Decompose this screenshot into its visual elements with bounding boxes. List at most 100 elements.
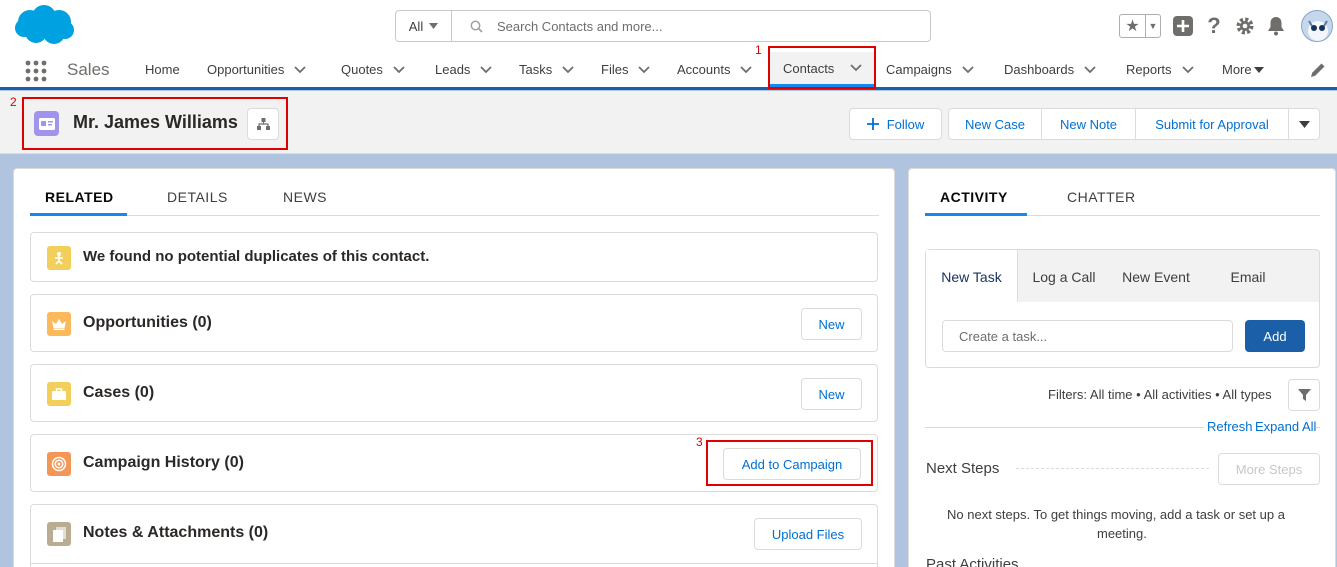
search-scope-dropdown[interactable]: All bbox=[396, 11, 452, 41]
global-actions-icon[interactable] bbox=[1173, 15, 1193, 37]
app-navigation-bar: Sales Home Opportunities Quotes Leads Ta… bbox=[0, 52, 1337, 90]
tab-chatter[interactable]: CHATTER bbox=[1067, 189, 1136, 205]
nav-item-dashboards[interactable]: Dashboards bbox=[1004, 52, 1096, 87]
cases-title[interactable]: Cases (0) bbox=[83, 384, 154, 402]
files-icon bbox=[47, 522, 71, 546]
star-icon: ★ bbox=[1120, 15, 1146, 37]
gear-icon[interactable] bbox=[1235, 15, 1255, 37]
chevron-down-icon[interactable] bbox=[294, 65, 306, 74]
notes-attachments-card: Notes & Attachments (0) Upload Files bbox=[30, 504, 878, 567]
nav-item-more[interactable]: More bbox=[1222, 52, 1264, 87]
edit-nav-icon[interactable] bbox=[1309, 61, 1327, 79]
tab-email[interactable]: Email bbox=[1202, 250, 1294, 303]
app-name: Sales bbox=[67, 60, 110, 79]
nav-label: Dashboards bbox=[1004, 62, 1075, 77]
search-input[interactable]: Search Contacts and more... bbox=[452, 11, 930, 41]
chevron-down-icon[interactable] bbox=[393, 65, 405, 74]
caret-down-icon bbox=[1253, 66, 1264, 73]
chevron-down-icon[interactable] bbox=[962, 65, 974, 74]
chevron-down-icon[interactable] bbox=[1181, 65, 1194, 74]
tab-news[interactable]: NEWS bbox=[283, 189, 327, 205]
campaign-history-title[interactable]: Campaign History (0) bbox=[83, 454, 244, 472]
card-divider bbox=[31, 563, 877, 564]
search-scope-label: All bbox=[408, 18, 424, 34]
new-case-button[interactable]: New Case bbox=[949, 109, 1042, 139]
follow-label: Follow bbox=[886, 116, 925, 132]
create-task-input[interactable]: Create a task... bbox=[942, 320, 1233, 352]
follow-button[interactable]: Follow bbox=[849, 108, 942, 140]
submit-for-approval-button[interactable]: Submit for Approval bbox=[1136, 109, 1289, 139]
help-icon[interactable]: ? bbox=[1204, 13, 1224, 38]
nav-item-files[interactable]: Files bbox=[601, 52, 651, 87]
new-case-button[interactable]: New bbox=[801, 378, 862, 410]
new-opportunity-button[interactable]: New bbox=[801, 308, 862, 340]
chevron-down-icon[interactable] bbox=[638, 65, 651, 74]
annotation-label-1: 1 bbox=[755, 43, 762, 57]
caret-down-icon bbox=[1298, 120, 1310, 128]
search-placeholder: Search Contacts and more... bbox=[497, 18, 663, 34]
task-composer: Create a task... Add bbox=[925, 302, 1320, 368]
nav-label: Opportunities bbox=[207, 62, 285, 77]
refresh-link[interactable]: Refresh bbox=[1204, 419, 1256, 434]
activity-composer-tabs: New Task Log a Call New Event Email bbox=[925, 249, 1320, 303]
expand-all-link[interactable]: Expand All bbox=[1255, 419, 1317, 434]
tab-activity[interactable]: ACTIVITY bbox=[940, 189, 1008, 205]
new-note-button[interactable]: New Note bbox=[1042, 109, 1136, 139]
past-activities-heading: Past Activities bbox=[926, 556, 1019, 567]
nav-item-campaigns[interactable]: Campaigns bbox=[886, 52, 974, 87]
nav-label: Tasks bbox=[519, 62, 553, 77]
chevron-down-icon[interactable] bbox=[1084, 65, 1096, 74]
caret-down-icon[interactable]: ▼ bbox=[1146, 15, 1160, 37]
opportunities-card: Opportunities (0) New bbox=[30, 294, 878, 352]
tab-new-task[interactable]: New Task bbox=[926, 250, 1018, 303]
nav-label: Campaigns bbox=[886, 62, 952, 77]
nav-item-tasks[interactable]: Tasks bbox=[519, 52, 574, 87]
filter-button[interactable] bbox=[1288, 379, 1320, 411]
nav-label: Files bbox=[601, 62, 629, 77]
more-actions-button[interactable] bbox=[1289, 109, 1319, 139]
annotation-box-3 bbox=[706, 440, 873, 486]
duplicates-message: We found no potential duplicates of this… bbox=[83, 248, 430, 265]
nav-label: More bbox=[1222, 62, 1252, 77]
opportunities-title[interactable]: Opportunities (0) bbox=[83, 314, 212, 332]
more-steps-button[interactable]: More Steps bbox=[1218, 453, 1320, 485]
favorites-button[interactable]: ★ ▼ bbox=[1119, 14, 1161, 38]
tab-new-event[interactable]: New Event bbox=[1110, 250, 1202, 303]
bell-icon[interactable] bbox=[1266, 15, 1286, 37]
chevron-down-icon[interactable] bbox=[562, 65, 574, 74]
plus-icon bbox=[866, 118, 879, 130]
chevron-down-icon[interactable] bbox=[740, 65, 753, 74]
upload-files-button[interactable]: Upload Files bbox=[754, 518, 862, 550]
tab-related[interactable]: RELATED bbox=[45, 189, 114, 205]
tab-log-a-call[interactable]: Log a Call bbox=[1018, 250, 1110, 303]
nav-item-quotes[interactable]: Quotes bbox=[341, 52, 405, 87]
global-search: All Search Contacts and more... bbox=[395, 10, 931, 42]
add-task-button[interactable]: Add bbox=[1245, 320, 1305, 352]
nav-item-accounts[interactable]: Accounts bbox=[677, 52, 753, 87]
notes-attachments-title[interactable]: Notes & Attachments (0) bbox=[83, 524, 268, 542]
global-header: All Search Contacts and more... ★ ▼ ? bbox=[0, 0, 1337, 52]
annotation-label-3: 3 bbox=[696, 435, 703, 449]
empty-state-message: No next steps. To get things moving, add… bbox=[947, 507, 1285, 522]
caret-down-icon bbox=[429, 23, 439, 29]
nav-item-leads[interactable]: Leads bbox=[435, 52, 493, 87]
app-launcher-icon[interactable] bbox=[24, 60, 48, 82]
nav-label: Reports bbox=[1126, 62, 1172, 77]
filter-icon bbox=[1297, 388, 1311, 401]
duplicates-card: We found no potential duplicates of this… bbox=[30, 232, 878, 282]
record-actions: New Case New Note Submit for Approval bbox=[948, 108, 1320, 140]
tab-details[interactable]: DETAILS bbox=[167, 189, 228, 205]
cases-card: Cases (0) New bbox=[30, 364, 878, 422]
briefcase-icon bbox=[47, 382, 71, 406]
nav-item-home[interactable]: Home bbox=[145, 52, 180, 87]
chevron-down-icon[interactable] bbox=[480, 65, 493, 74]
nav-label: Quotes bbox=[341, 62, 383, 77]
nav-item-reports[interactable]: Reports bbox=[1126, 52, 1194, 87]
crown-icon bbox=[47, 312, 71, 336]
nav-item-opportunities[interactable]: Opportunities bbox=[207, 52, 306, 87]
avatar[interactable] bbox=[1301, 10, 1333, 42]
annotation-box-2 bbox=[22, 97, 288, 150]
campaign-target-icon bbox=[47, 452, 71, 476]
salesforce-logo[interactable] bbox=[14, 4, 74, 46]
annotation-label-2: 2 bbox=[10, 95, 17, 109]
